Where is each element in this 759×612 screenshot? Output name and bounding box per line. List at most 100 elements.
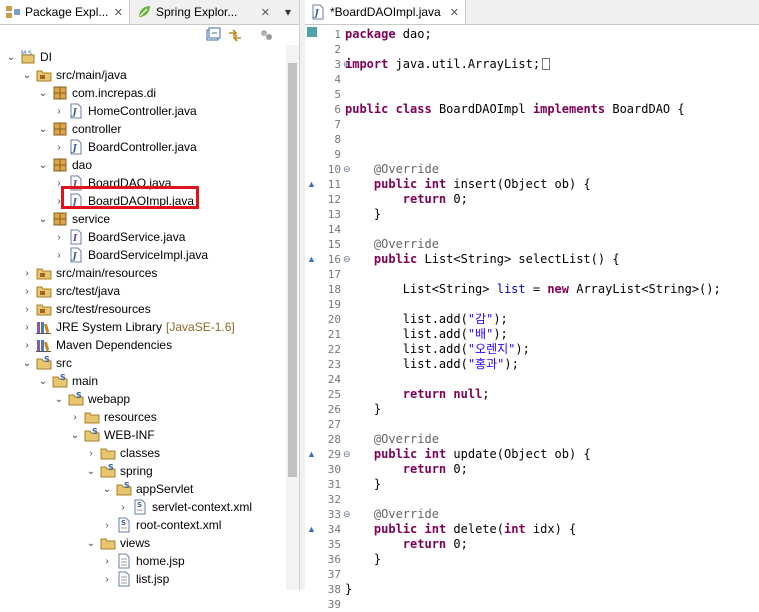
tree-item[interactable]: ⌄ views	[85, 534, 150, 552]
code-line[interactable]: list.add("감");	[345, 312, 508, 327]
chevron-right-icon[interactable]: ›	[53, 246, 65, 264]
chevron-right-icon[interactable]: ›	[21, 318, 33, 336]
code-line[interactable]: public int insert(Object ob) {	[345, 177, 591, 192]
code-line[interactable]: return null;	[345, 387, 490, 402]
tree-item[interactable]: ⌄ Swebapp	[53, 390, 130, 408]
tree-item[interactable]: ⌄ com.increpas.di	[37, 84, 156, 102]
tree-item[interactable]: ⌄ src/main/java	[21, 66, 127, 84]
tree-item[interactable]: › JRE System Library [JavaSE-1.6]	[21, 318, 235, 336]
tree-item[interactable]: ⌄ Smain	[37, 372, 98, 390]
code-line[interactable]: @Override	[345, 237, 439, 252]
tree-item[interactable]: › src/main/resources	[21, 264, 157, 282]
override-marker-icon[interactable]: ▲	[307, 177, 317, 192]
code-token: "오렌지"	[467, 342, 516, 356]
tree-item[interactable]: › J BoardServiceImpl.java	[53, 246, 208, 264]
code-line[interactable]: }	[345, 207, 381, 222]
tree-item[interactable]: ⌄ M S DI	[5, 48, 52, 66]
editor-tab-boarddaoimpl[interactable]: J *BoardDAOImpl.java ✕	[305, 0, 466, 24]
chevron-right-icon[interactable]: ›	[21, 336, 33, 354]
tree-item[interactable]: ⌄ dao	[37, 156, 92, 174]
chevron-right-icon[interactable]: ›	[21, 300, 33, 318]
tree-item[interactable]: › Maven Dependencies	[21, 336, 172, 354]
tree-item[interactable]: › list.jsp	[101, 570, 169, 588]
chevron-down-icon[interactable]: ⌄	[101, 480, 113, 498]
code-line[interactable]: package dao;	[345, 27, 432, 42]
chevron-right-icon[interactable]: ›	[101, 552, 113, 570]
code-line[interactable]: }	[345, 552, 381, 567]
code-line[interactable]: import java.util.ArrayList;	[345, 57, 551, 72]
tab-package-explorer[interactable]: Package Expl... ✕	[0, 0, 130, 24]
chevron-down-icon[interactable]: ⌄	[21, 66, 33, 84]
tree-item[interactable]: › Sservlet-context.xml	[117, 498, 252, 516]
code-line[interactable]: public class BoardDAOImpl implements Boa…	[345, 102, 685, 117]
code-line[interactable]: list.add("배");	[345, 327, 508, 342]
tree-item[interactable]: › classes	[85, 444, 160, 462]
chevron-down-icon[interactable]: ⌄	[85, 534, 97, 552]
code-line[interactable]: public List<String> selectList() {	[345, 252, 620, 267]
chevron-right-icon[interactable]: ›	[53, 138, 65, 156]
tree-item[interactable]: ⌄ Ssrc	[21, 354, 72, 372]
chevron-down-icon[interactable]: ⌄	[69, 426, 81, 444]
chevron-down-icon[interactable]: ⌄	[5, 48, 17, 66]
chevron-right-icon[interactable]: ›	[101, 570, 113, 588]
code-line[interactable]: list.add("홍과");	[345, 357, 519, 372]
code-area[interactable]: package dao; import java.util.ArrayList; p…	[345, 25, 759, 596]
code-line[interactable]: }	[345, 402, 381, 417]
override-marker-icon[interactable]: ▲	[307, 252, 317, 267]
tree-item[interactable]: ⌄ controller	[37, 120, 122, 138]
tree-item[interactable]: › J HomeController.java	[53, 102, 197, 120]
view-menu-icon[interactable]: ▾	[285, 5, 291, 19]
folded-imports-marker[interactable]	[542, 58, 551, 70]
chevron-down-icon[interactable]: ⌄	[37, 210, 49, 228]
code-line[interactable]: public int delete(int idx) {	[345, 522, 576, 537]
close-icon[interactable]: ✕	[450, 6, 459, 19]
code-line[interactable]: @Override	[345, 432, 439, 447]
chevron-down-icon[interactable]: ⌄	[37, 372, 49, 390]
code-line[interactable]: public int update(Object ob) {	[345, 447, 591, 462]
chevron-down-icon[interactable]: ⌄	[21, 354, 33, 372]
chevron-right-icon[interactable]: ›	[21, 264, 33, 282]
tree-item[interactable]: › Sroot-context.xml	[101, 516, 221, 534]
chevron-right-icon[interactable]: ›	[101, 516, 113, 534]
code-line[interactable]: @Override	[345, 507, 439, 522]
tab-spring-explorer[interactable]: Spring Explor... ✕	[131, 0, 276, 24]
code-line[interactable]: return 0;	[345, 462, 468, 477]
chevron-down-icon[interactable]: ⌄	[85, 462, 97, 480]
close-icon[interactable]: ✕	[114, 6, 123, 19]
vertical-scrollbar[interactable]	[286, 45, 299, 590]
code-line[interactable]: return 0;	[345, 192, 468, 207]
link-with-editor-icon[interactable]	[227, 27, 243, 43]
code-token: update(Object ob) {	[446, 447, 591, 461]
tree-item[interactable]: › J BoardController.java	[53, 138, 197, 156]
code-line[interactable]: list.add("오렌지");	[345, 342, 530, 357]
code-line[interactable]: @Override	[345, 162, 439, 177]
chevron-right-icon[interactable]: ›	[53, 228, 65, 246]
chevron-down-icon[interactable]: ⌄	[37, 156, 49, 174]
tree-item[interactable]: ⌄ SappServlet	[101, 480, 194, 498]
chevron-right-icon[interactable]: ›	[53, 102, 65, 120]
tree-item[interactable]: › resources	[69, 408, 156, 426]
tree-item[interactable]: › src/test/java	[21, 282, 120, 300]
override-marker-icon[interactable]: ▲	[307, 447, 317, 462]
focus-icon[interactable]	[258, 27, 274, 43]
chevron-down-icon[interactable]: ⌄	[53, 390, 65, 408]
tree-item[interactable]: ⌄ service	[37, 210, 110, 228]
override-marker-icon[interactable]: ▲	[307, 522, 317, 537]
chevron-right-icon[interactable]: ›	[85, 444, 97, 462]
tree-item[interactable]: › src/test/resources	[21, 300, 150, 318]
tree-item[interactable]: ⌄ S WEB-INF	[69, 426, 155, 444]
tree-item[interactable]: › I BoardService.java	[53, 228, 185, 246]
chevron-down-icon[interactable]: ⌄	[37, 120, 49, 138]
code-line[interactable]: }	[345, 477, 381, 492]
chevron-right-icon[interactable]: ›	[69, 408, 81, 426]
tree-item[interactable]: ⌄ Sspring	[85, 462, 153, 480]
tree-item[interactable]: › home.jsp	[101, 552, 185, 570]
chevron-right-icon[interactable]: ›	[21, 282, 33, 300]
close-icon[interactable]: ✕	[261, 6, 270, 19]
scrollbar-thumb[interactable]	[288, 63, 297, 477]
collapse-all-icon[interactable]	[205, 27, 221, 43]
chevron-right-icon[interactable]: ›	[117, 498, 129, 516]
chevron-down-icon[interactable]: ⌄	[37, 84, 49, 102]
code-line[interactable]: List<String> list = new ArrayList<String…	[345, 282, 721, 297]
code-line[interactable]: return 0;	[345, 537, 468, 552]
